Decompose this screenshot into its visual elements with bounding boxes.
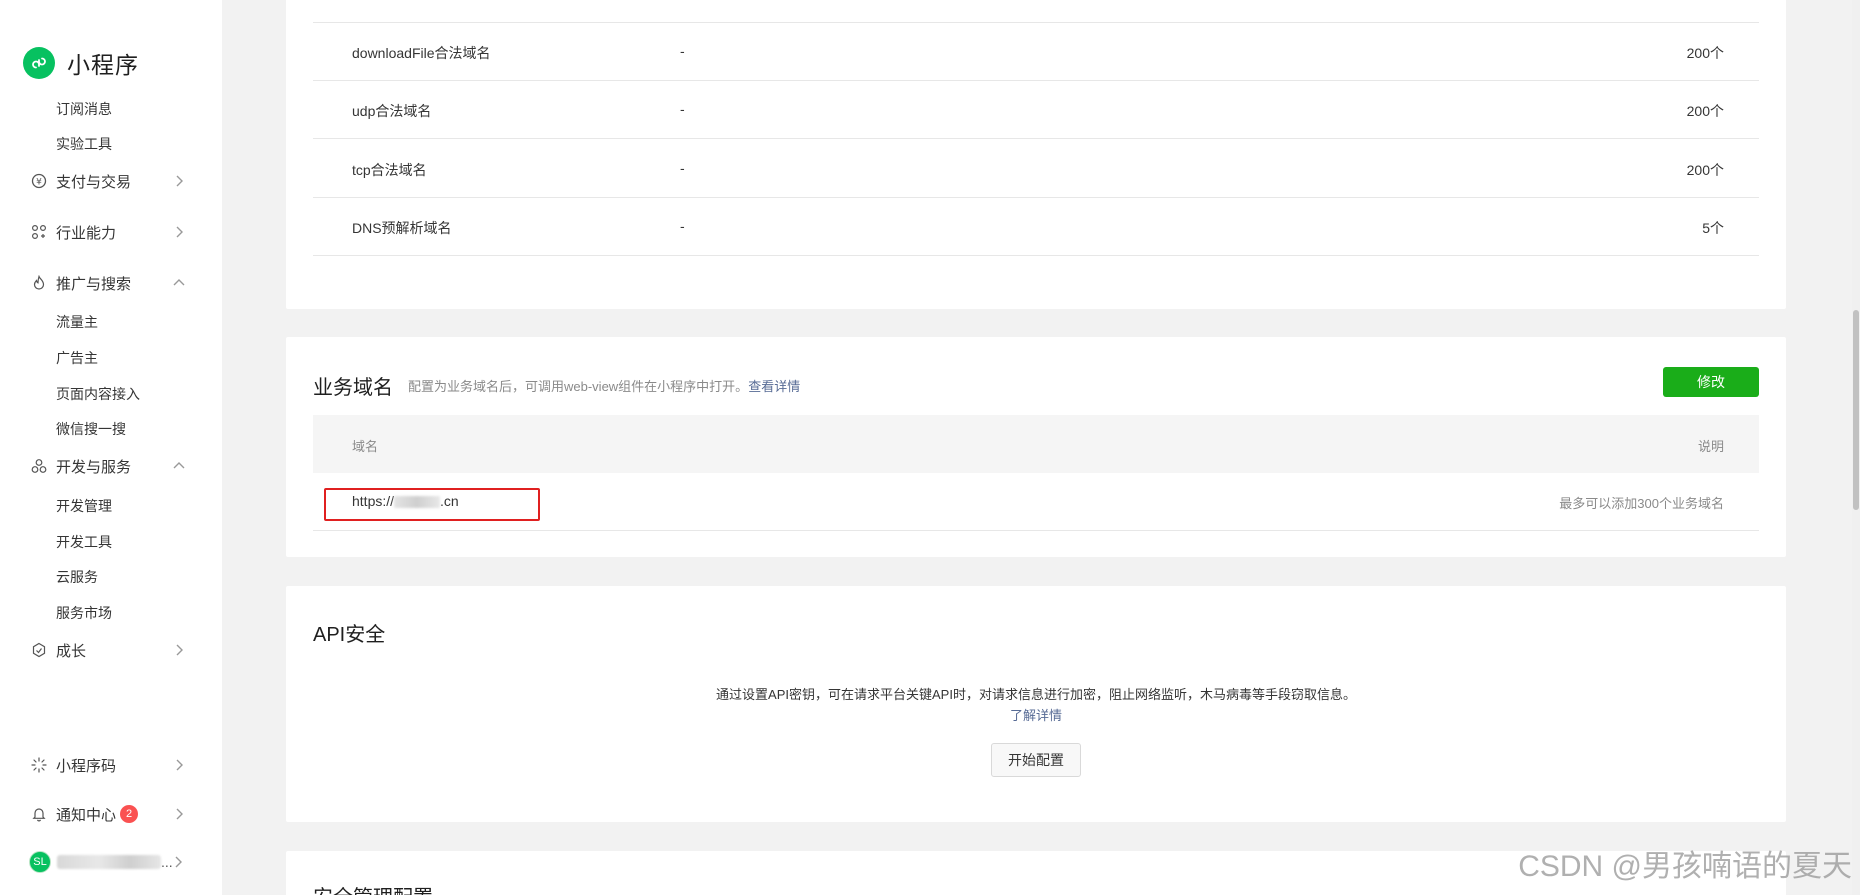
sidebar-item-traffic-master[interactable]: 流量主 <box>56 312 98 332</box>
column-header-domain: 域名 <box>352 439 379 454</box>
chevron-right-icon <box>176 175 183 187</box>
sidebar-group-dev[interactable]: 开发与服务 <box>30 453 188 479</box>
sidebar-group-label: 开发与服务 <box>56 458 132 476</box>
domain-note: 最多可以添加300个业务域名 <box>1559 496 1724 511</box>
table-header: 域名 说明 <box>313 415 1759 473</box>
sidebar-group-payment[interactable]: ¥ 支付与交易 <box>30 168 188 194</box>
qrcode-spark-icon <box>30 756 48 774</box>
sidebar-group-industry[interactable]: 行业能力 <box>30 219 188 245</box>
domain-value: - <box>680 43 685 59</box>
table-row: DNS预解析域名 - 5个 <box>313 198 1759 256</box>
page-scrollbar[interactable] <box>1852 0 1860 895</box>
table-row: downloadFile合法域名 - 200个 <box>313 23 1759 81</box>
section-description: 配置为业务域名后，可调用web-view组件在小程序中打开。查看详情 <box>408 376 800 395</box>
edit-business-domain-button[interactable]: 修改 <box>1663 367 1759 397</box>
section-title: 业务域名 <box>313 377 393 399</box>
chevron-right-icon <box>175 856 182 868</box>
learn-more-wrapper: 了解详情 <box>286 705 1786 724</box>
domain-value: - <box>680 160 685 176</box>
sidebar-item-notifications[interactable]: 通知中心 2 <box>30 801 188 827</box>
sidebar-item-subscribe-message[interactable]: 订阅消息 <box>56 99 112 119</box>
sidebar-item-wechat-search[interactable]: 微信搜一搜 <box>56 419 126 439</box>
dev-service-icon <box>30 457 48 475</box>
view-details-link[interactable]: 查看详情 <box>748 379 800 394</box>
sidebar-item-cloud-service[interactable]: 云服务 <box>56 567 98 587</box>
chevron-right-icon <box>176 226 183 238</box>
api-security-description: 通过设置API密钥，可在请求平台关键API时，对请求信息进行加密，阻止网络监听，… <box>716 687 1356 702</box>
flame-icon <box>30 274 48 292</box>
brand-name: 小程序 <box>67 52 139 78</box>
table-row: tcp合法域名 - 200个 <box>313 140 1759 198</box>
scrollbar-thumb[interactable] <box>1853 310 1859 510</box>
sidebar-group-label: 推广与搜索 <box>56 275 132 293</box>
highlight-box <box>324 488 540 521</box>
domain-limit: 200个 <box>1686 103 1724 119</box>
bell-icon <box>30 805 48 823</box>
notification-count-badge: 2 <box>120 805 139 823</box>
industry-icon <box>30 223 48 241</box>
domain-limit: 200个 <box>1686 45 1724 61</box>
table-row: udp合法域名 - 200个 <box>313 81 1759 139</box>
table-row-cut-off <box>313 0 1759 23</box>
svg-text:¥: ¥ <box>36 178 42 188</box>
avatar: SL <box>29 851 51 873</box>
growth-icon <box>30 641 48 659</box>
server-domain-card: downloadFile合法域名 - 200个 udp合法域名 - 200个 t… <box>286 0 1786 309</box>
domain-value: - <box>680 101 685 117</box>
business-domain-card: 业务域名 配置为业务域名后，可调用web-view组件在小程序中打开。查看详情 … <box>286 337 1786 557</box>
domain-type: udp合法域名 <box>352 103 432 119</box>
domain-limit: 200个 <box>1686 162 1724 178</box>
start-config-button[interactable]: 开始配置 <box>991 743 1081 777</box>
domain-type: downloadFile合法域名 <box>352 45 491 61</box>
chevron-up-icon <box>173 462 185 469</box>
column-header-note: 说明 <box>1697 439 1724 454</box>
api-security-card: API安全 通过设置API密钥，可在请求平台关键API时，对请求信息进行加密，阻… <box>286 586 1786 822</box>
sidebar-user-account[interactable]: SL ... <box>29 849 187 875</box>
sidebar-item-advertiser[interactable]: 广告主 <box>56 348 98 368</box>
chevron-right-icon <box>176 759 183 771</box>
watermark: CSDN @男孩喃语的夏天 <box>1518 850 1852 883</box>
sidebar-item-page-content[interactable]: 页面内容接入 <box>56 384 140 404</box>
sidebar-item-label: 通知中心 <box>56 806 117 824</box>
sidebar-item-service-market[interactable]: 服务市场 <box>56 603 112 623</box>
sidebar: 小程序 订阅消息 实验工具 ¥ 支付与交易 行业能力 推广与搜索 流量主 广告主… <box>0 0 222 895</box>
account-name-redacted <box>57 855 161 869</box>
section-description-text: 配置为业务域名后，可调用web-view组件在小程序中打开。 <box>408 379 749 394</box>
sidebar-item-qrcode[interactable]: 小程序码 <box>30 752 188 778</box>
domain-type: DNS预解析域名 <box>352 220 452 236</box>
learn-more-link[interactable]: 了解详情 <box>1010 708 1062 723</box>
domain-value: - <box>680 218 685 234</box>
brand[interactable]: 小程序 <box>23 46 139 80</box>
sidebar-item-dev-tools[interactable]: 开发工具 <box>56 532 112 552</box>
sidebar-item-lab-tools[interactable]: 实验工具 <box>56 134 112 154</box>
chevron-right-icon <box>176 808 183 820</box>
sidebar-item-label: 小程序码 <box>56 757 117 775</box>
mini-program-logo-icon <box>23 47 55 79</box>
domain-limit: 5个 <box>1702 220 1724 236</box>
chevron-up-icon <box>173 279 185 286</box>
sidebar-group-promotion[interactable]: 推广与搜索 <box>30 270 188 296</box>
sidebar-group-label: 成长 <box>56 642 87 660</box>
section-title: 安全管理配置 <box>313 881 433 895</box>
sidebar-group-label: 支付与交易 <box>56 173 132 191</box>
chevron-right-icon <box>176 644 183 656</box>
sidebar-item-dev-management[interactable]: 开发管理 <box>56 496 112 516</box>
section-title: API安全 <box>313 624 386 646</box>
sidebar-group-growth[interactable]: 成长 <box>30 637 188 663</box>
domain-type: tcp合法域名 <box>352 162 427 178</box>
sidebar-group-label: 行业能力 <box>56 224 117 242</box>
payment-icon: ¥ <box>30 172 48 190</box>
